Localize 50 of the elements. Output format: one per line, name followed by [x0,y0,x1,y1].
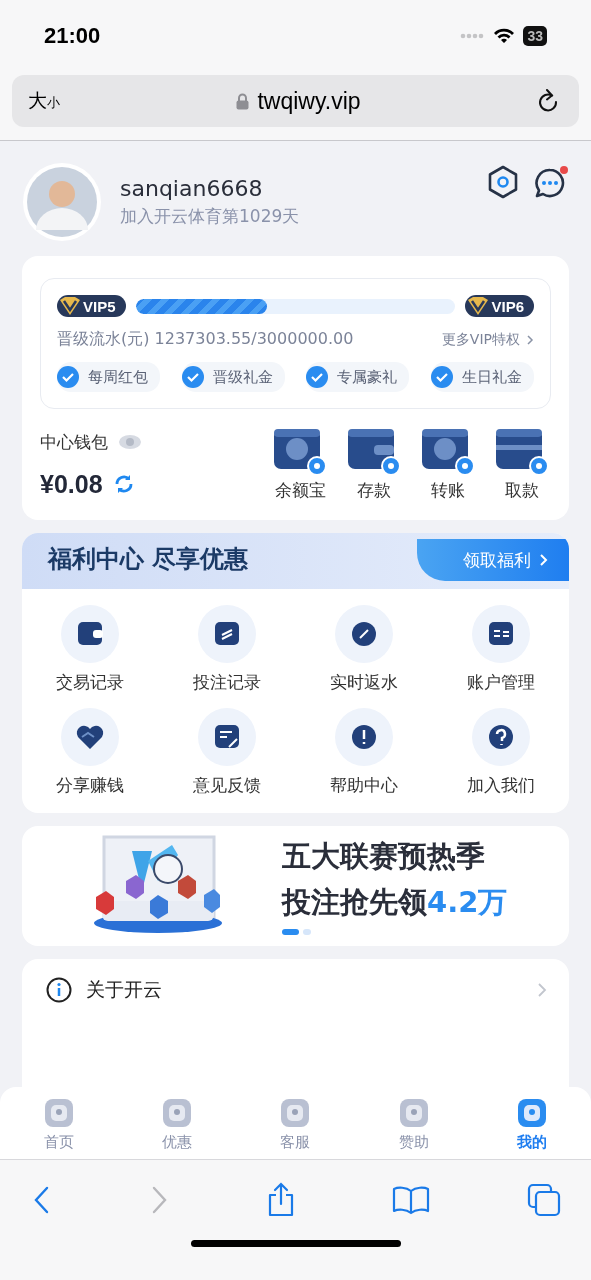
more-vip-link[interactable]: 更多VIP特权 [441,330,534,349]
chevron-icon [539,553,549,567]
join-days-text: 加入开云体育第1029天 [120,205,301,228]
text-size-button[interactable]: 大小 [28,88,60,114]
turnover-text: 晋级流水(元) 1237303.55/3000000.00 [57,329,354,350]
wallet-icon [346,427,402,477]
wallet-balance: ¥0.08 [40,469,103,499]
url-text[interactable]: twqiwy.vip [257,87,361,115]
perk-label: 晋级礼金 [212,367,273,387]
tabs-icon[interactable] [527,1183,561,1217]
perk-label: 生日礼金 [461,367,522,387]
perk-label: 专属豪礼 [337,367,398,387]
feature-button[interactable]: 意见反馈 [158,708,296,797]
welfare-title: 福利中心 尽享优惠 [46,544,249,575]
promo-headline: 五大联赛预热季 [282,838,486,875]
chevron-icon [537,982,547,998]
bookmarks-icon[interactable] [392,1185,431,1215]
wallet-title: 中心钱包 [40,430,108,454]
wallet-icon [61,605,120,663]
vip-level-text: VIP5 [83,297,116,315]
feature-button[interactable]: 加入我们 [432,708,569,797]
wifi-icon [493,28,516,44]
wallet-action-button[interactable]: 转账 [419,427,477,502]
promo-subline: 投注抢先领4.2万 [282,884,508,921]
exclamation-icon [334,708,393,766]
lock-icon [236,92,250,110]
wallet-action-button[interactable]: 取款 [493,427,551,502]
info-icon [46,977,72,1003]
wallet-action-button[interactable]: 余额宝 [271,427,329,502]
card-icon [494,427,550,477]
feature-button[interactable]: 账户管理 [432,605,569,694]
perk-label: 每周红包 [88,367,148,387]
feature-button[interactable]: 投注记录 [158,605,296,694]
id-card-icon [471,605,530,663]
reload-icon[interactable] [537,89,559,113]
note-edit-icon [198,708,257,766]
feature-button[interactable]: 帮助中心 [295,708,433,797]
feature-button[interactable]: 分享赚钱 [22,708,159,797]
signal-icon [459,32,486,40]
chevron-icon [526,333,534,346]
tab[interactable]: 我的 [491,1094,572,1152]
settings-icon[interactable] [487,165,519,199]
feature-button[interactable]: 交易记录 [22,605,159,694]
battery-indicator: 33 [523,26,547,46]
feature-button[interactable]: 实时返水 [295,605,433,694]
vip-level-text: VIP6 [491,297,524,315]
username: sanqian6668 [120,176,264,201]
status-time: 21:00 [44,23,101,49]
wallet-action-button[interactable]: 存款 [345,427,403,502]
question-icon [471,708,530,766]
